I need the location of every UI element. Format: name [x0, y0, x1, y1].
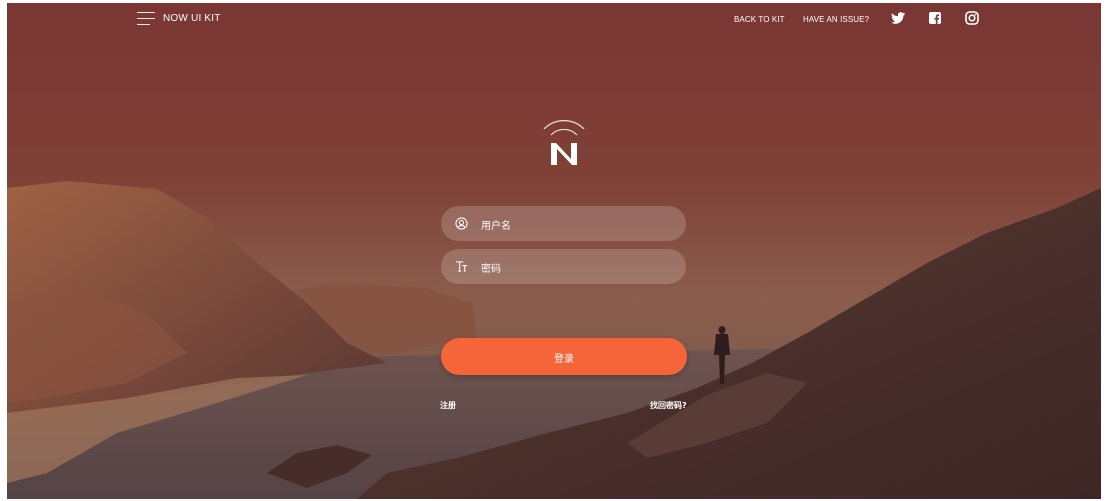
text-size-icon	[455, 261, 468, 272]
facebook-icon[interactable]	[927, 10, 943, 26]
forgot-password-link[interactable]: 找回密码?	[650, 400, 687, 411]
instagram-icon[interactable]	[964, 10, 980, 26]
login-button[interactable]: 登录	[441, 338, 687, 375]
navbar: NOW UI KIT BACK TO KIT HAVE AN ISSUE?	[7, 3, 1101, 37]
password-field[interactable]: 密码	[441, 249, 686, 284]
now-ui-logo-icon	[543, 120, 585, 165]
brand-title[interactable]: NOW UI KIT	[163, 13, 221, 24]
username-field[interactable]: 用户名	[441, 206, 686, 241]
page-background: NOW UI KIT BACK TO KIT HAVE AN ISSUE? 用户…	[7, 3, 1101, 499]
twitter-icon[interactable]	[890, 10, 906, 26]
menu-icon[interactable]	[137, 12, 155, 26]
have-an-issue-link[interactable]: HAVE AN ISSUE?	[803, 15, 869, 24]
password-placeholder: 密码	[481, 264, 501, 275]
back-to-kit-link[interactable]: BACK TO KIT	[734, 15, 785, 24]
register-link[interactable]: 注册	[440, 400, 456, 411]
login-button-label: 登录	[554, 354, 574, 365]
user-circle-icon	[455, 217, 468, 230]
username-placeholder: 用户名	[481, 221, 511, 232]
